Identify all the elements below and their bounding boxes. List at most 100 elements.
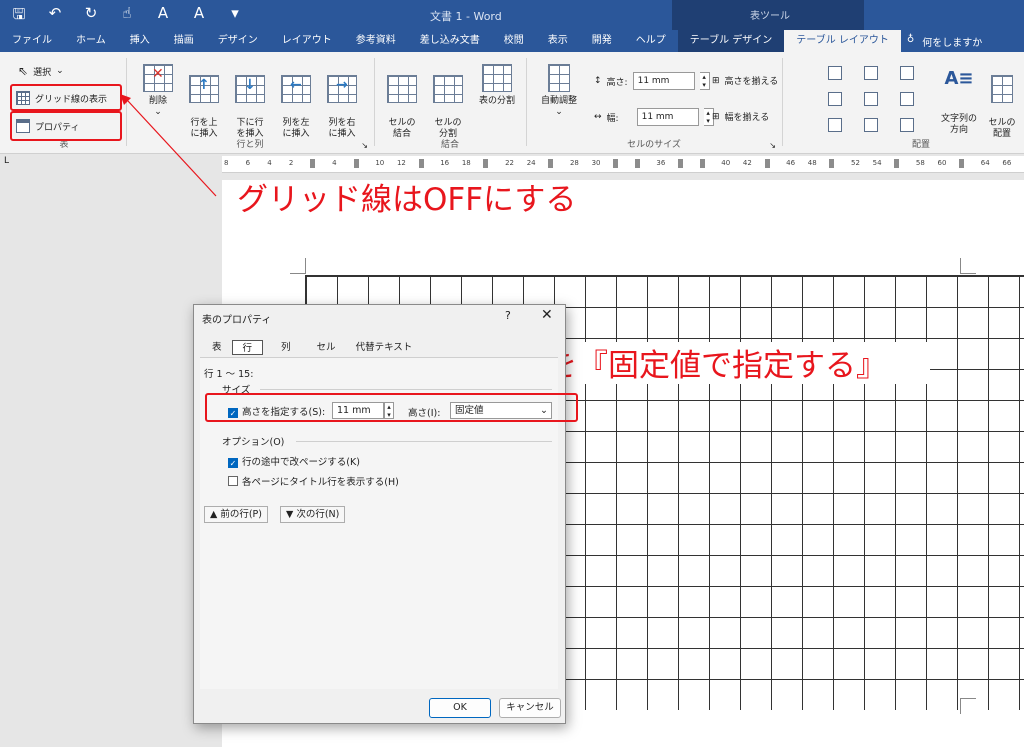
tab-file[interactable]: ファイル	[0, 30, 64, 52]
tab-insert[interactable]: 挿入	[118, 30, 162, 52]
group-cell-size: 自動調整 ⌄ ↕ 高さ: 11 mm ▴ ▾ ↔ 幅: 11 mm ▴ ▾ ⊞ 高さを揃…	[530, 56, 778, 150]
lightbulb-icon: ♁	[906, 33, 915, 45]
ruler-tick-label: 40	[721, 159, 731, 167]
allow-break-checkbox[interactable]: ✓ 行の途中で改ページする(K)	[228, 454, 360, 468]
group-rows-columns-label: 行と列	[236, 140, 264, 150]
column-width-icon: ↔	[594, 112, 602, 122]
dialog-tabs: 表 行 列 セル 代替テキスト	[202, 340, 422, 355]
dialog-launcher-icon[interactable]: ↘	[361, 141, 368, 150]
ruler-tick-label: 18	[461, 159, 471, 167]
tab-table-design[interactable]: テーブル デザイン	[677, 30, 785, 52]
chevron-down-icon: ⌄	[555, 107, 563, 117]
save-icon[interactable]: 🖫	[8, 4, 30, 29]
customize-qat-icon[interactable]: ▾	[224, 4, 246, 29]
tab-table-layout[interactable]: テーブル レイアウト	[784, 30, 901, 52]
tab-home[interactable]: ホーム	[64, 30, 118, 52]
separator	[526, 58, 527, 146]
section-divider	[296, 441, 552, 442]
height-control: ↕ 高さ: 11 mm ▴ ▾	[594, 72, 710, 90]
ruler-tick-label: 10	[375, 159, 385, 167]
horizontal-ruler[interactable]: 8 6 4 2 4 10 12 16 18 22 24 28 30 36 40 42 46 48 52 54 58 60 6…	[222, 156, 1024, 173]
ruler-tick-label: 42	[742, 159, 752, 167]
tab-layout[interactable]: レイアウト	[270, 30, 344, 52]
tab-view[interactable]: 表示	[536, 30, 580, 52]
autofit-button[interactable]: 自動調整 ⌄	[536, 64, 582, 118]
text-direction-icon: A≡	[944, 68, 974, 89]
height-spinner[interactable]: ▴ ▾	[699, 72, 710, 90]
insert-left-icon: ←	[281, 75, 311, 103]
distribute-columns-icon: ⊞	[712, 111, 720, 122]
touch-mode-icon[interactable]: ☝	[116, 4, 138, 29]
distribute-columns-button[interactable]: ⊞ 幅を揃える	[712, 110, 769, 124]
align-middle-center-icon[interactable]	[864, 92, 878, 106]
cancel-button[interactable]: キャンセル	[499, 698, 561, 718]
ruler-tick-label: 2	[288, 159, 294, 167]
ruler-tick-label: 64	[980, 159, 990, 167]
split-table-label: 表の分割	[478, 96, 515, 106]
merge-cells-icon	[387, 75, 417, 103]
next-row-button[interactable]: ▼ 次の行(N)	[280, 506, 346, 523]
height-input[interactable]: 11 mm	[632, 72, 695, 90]
ruler-tick-mark	[483, 159, 489, 168]
tab-design[interactable]: デザイン	[206, 30, 270, 52]
align-middle-right-icon[interactable]	[900, 92, 914, 106]
read-aloud-2-icon[interactable]: A	[188, 4, 210, 29]
dialog-launcher-icon[interactable]: ↘	[769, 141, 776, 150]
align-middle-left-icon[interactable]	[828, 92, 842, 106]
previous-row-button[interactable]: ▲ 前の行(P)	[204, 506, 268, 523]
help-button[interactable]: ?	[505, 309, 511, 322]
delete-button[interactable]: ✕ 削除 ⌄	[138, 64, 178, 118]
distribute-rows-button[interactable]: ⊞ 高さを揃える	[712, 74, 778, 88]
width-input[interactable]: 11 mm	[636, 108, 699, 126]
group-merge-label: 結合	[440, 140, 459, 150]
close-button[interactable]: ✕	[541, 307, 553, 323]
checkbox-empty-icon	[228, 476, 238, 486]
tell-me-box[interactable]: ♁ 何をしますか	[907, 34, 982, 49]
align-bottom-center-icon[interactable]	[864, 118, 878, 132]
tab-column[interactable]: 列	[271, 340, 301, 355]
separator	[782, 58, 783, 146]
split-table-button[interactable]: 表の分割	[474, 64, 520, 107]
tab-references[interactable]: 参考資料	[344, 30, 408, 52]
ruler-tick-label: 24	[526, 159, 536, 167]
redo-icon[interactable]: ↻	[80, 4, 102, 29]
autofit-icon	[548, 64, 570, 92]
tab-mailings[interactable]: 差し込み文書	[408, 30, 492, 52]
ruler-tick-label: 22	[505, 159, 514, 167]
ok-button[interactable]: OK	[429, 698, 491, 718]
tab-table[interactable]: 表	[202, 340, 232, 355]
ruler-tick-label: 48	[807, 159, 817, 167]
tab-cell[interactable]: セル	[307, 340, 346, 355]
text-direction-button[interactable]: A≡ 文字列の 方向	[936, 62, 982, 147]
ruler-tick-label: 12	[396, 159, 406, 167]
allow-break-label: 行の途中で改ページする(K)	[242, 457, 360, 468]
align-bottom-right-icon[interactable]	[900, 118, 914, 132]
select-label: 選択	[33, 67, 52, 78]
tab-selector[interactable]: L	[0, 156, 24, 173]
split-table-icon	[482, 64, 512, 92]
align-bottom-left-icon[interactable]	[828, 118, 842, 132]
tab-review[interactable]: 校閲	[492, 30, 536, 52]
align-top-right-icon[interactable]	[900, 66, 914, 80]
repeat-header-checkbox[interactable]: 各ページにタイトル行を表示する(H)	[228, 474, 399, 488]
tab-draw[interactable]: 描画	[162, 30, 206, 52]
group-rows-columns: ✕ 削除 ⌄ ↑ 行を上 に挿入 ↓ 下に行 を挿入 ← 列を左 に挿入 → 列…	[130, 56, 370, 150]
tab-developer[interactable]: 開発	[580, 30, 624, 52]
ruler-tick-mark	[829, 159, 835, 168]
insert-above-icon: ↑	[189, 75, 219, 103]
align-top-left-icon[interactable]	[828, 66, 842, 80]
ruler-tick-mark	[548, 159, 554, 168]
ruler-tick-label: 52	[851, 159, 860, 167]
ruler-tick-mark	[894, 159, 900, 168]
section-divider	[260, 389, 552, 390]
tab-row[interactable]: 行	[231, 340, 264, 355]
tab-alt-text[interactable]: 代替テキスト	[346, 340, 423, 355]
read-aloud-icon[interactable]: A	[152, 4, 174, 29]
tab-help[interactable]: ヘルプ	[624, 30, 678, 52]
align-top-center-icon[interactable]	[864, 66, 878, 80]
ruler-tick-label: 8	[224, 159, 229, 167]
select-button[interactable]: ⇖ 選択 ⌄	[18, 64, 64, 78]
ruler-tick-mark	[310, 159, 316, 168]
insert-right-icon: →	[327, 75, 357, 103]
undo-icon[interactable]: ↶	[44, 4, 66, 29]
